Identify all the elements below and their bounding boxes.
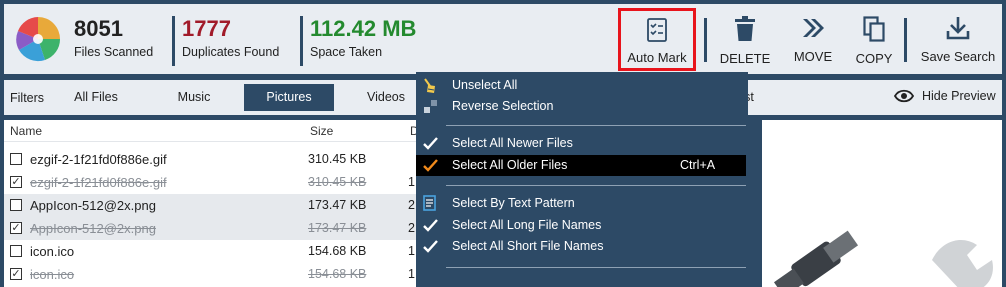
delete-label: DELETE [719,51,771,66]
row-checkbox[interactable] [10,199,22,211]
file-date: 1 [408,175,415,189]
row-checkbox[interactable] [10,153,22,165]
duplicates-label: Duplicates Found [182,45,280,59]
tab-videos[interactable]: Videos [356,84,416,111]
move-button[interactable]: MOVE [782,4,844,74]
older-files-label: Select All Older Files [452,158,568,172]
auto-mark-menu: Unselect All Reverse Selection Select Al… [416,72,748,287]
table-row[interactable]: icon.ico 154.68 KB 1 [4,240,416,263]
space-taken-value: 112.42 MB [310,16,417,41]
copy-button[interactable]: COPY [846,4,902,74]
save-search-label: Save Search [920,49,996,64]
reverse-icon [424,100,437,113]
file-size: 310.45 KB [308,152,367,166]
menu-item-text-pattern[interactable]: Select By Text Pattern [416,193,748,214]
table-row[interactable]: ✓ icon.ico 154.68 KB 1 [4,263,416,286]
file-name: AppIcon-512@2x.png [30,221,156,236]
menu-separator [446,267,746,268]
row-checkbox[interactable]: ✓ [10,176,22,188]
long-names-label: Select All Long File Names [452,218,602,232]
file-size: 310.45 KB [308,175,367,189]
reverse-selection-label: Reverse Selection [452,99,554,113]
filters-label: Filters [10,91,45,105]
space-taken-stat: 112.42 MB Space Taken [300,16,416,66]
auto-mark-label: Auto Mark [627,50,687,65]
file-size: 173.47 KB [308,221,367,235]
eye-icon [894,89,914,103]
row-checkbox[interactable]: ✓ [10,222,22,234]
tab-music[interactable]: Music [164,84,224,111]
table-row[interactable]: ezgif-2-1f21fd0f886e.gif 310.45 KB [4,148,416,171]
preview-image [773,230,993,287]
copy-label: COPY [855,51,893,66]
unselect-all-label: Unselect All [452,78,518,92]
check-icon [423,159,438,172]
menu-item-unselect-all[interactable]: Unselect All [416,75,748,96]
broom-icon [424,78,435,93]
download-icon [946,17,970,40]
pie-logo-icon [16,17,61,62]
save-search-button[interactable]: Save Search [914,4,1002,74]
delete-button[interactable]: DELETE [714,4,776,74]
toolbar-divider [704,18,707,62]
tab-all-files[interactable]: All Files [66,84,126,111]
file-name: ezgif-2-1f21fd0f886e.gif [30,152,167,167]
auto-mark-button[interactable]: Auto Mark [618,8,696,71]
menu-separator [446,185,746,186]
hide-preview-label: Hide Preview [922,89,996,103]
tab-pictures[interactable]: Pictures [244,84,334,111]
check-icon [423,219,438,232]
check-icon [423,240,438,253]
column-size[interactable]: Size [310,124,333,138]
copy-icon [863,16,885,42]
space-taken-label: Space Taken [310,45,383,59]
file-list: Name Size D ezgif-2-1f21fd0f886e.gif 310.… [4,120,416,287]
table-row[interactable]: ✓ ezgif-2-1f21fd0f886e.gif 310.45 KB 1 [4,171,416,194]
files-scanned-stat: 8051 Files Scanned [70,16,153,66]
table-row[interactable]: AppIcon-512@2x.png 173.47 KB 2 [4,194,416,217]
short-names-label: Select All Short File Names [452,239,604,253]
menu-separator [446,125,746,126]
hide-preview-button[interactable]: Hide Preview [894,89,996,103]
file-size: 154.68 KB [308,244,367,258]
checklist-icon [647,18,667,42]
file-size: 173.47 KB [308,198,367,212]
menu-item-reverse-selection[interactable]: Reverse Selection [416,96,748,117]
menu-item-newer-files[interactable]: Select All Newer Files [416,133,748,154]
duplicates-count: 1777 [182,16,231,41]
newer-files-label: Select All Newer Files [452,136,573,150]
check-icon [423,137,438,150]
column-name[interactable]: Name [10,124,42,138]
move-label: MOVE [793,49,833,64]
toolbar-divider [904,18,907,62]
older-files-shortcut: Ctrl+A [680,158,716,172]
double-chevron-icon [803,19,824,37]
header: 8051 Files Scanned 1777 Duplicates Found… [4,4,1002,74]
duplicates-stat: 1777 Duplicates Found [172,16,279,66]
file-name: icon.ico [30,267,75,282]
menu-item-older-files[interactable]: Select All Older Files Ctrl+A [416,155,746,176]
files-scanned-count: 8051 [74,16,123,41]
file-date: 1 [408,244,415,258]
trash-icon [735,16,755,41]
menu-item-short-names[interactable]: Select All Short File Names [416,236,748,257]
file-name: ezgif-2-1f21fd0f886e.gif [30,175,167,190]
file-name: icon.ico [30,244,75,259]
preview-pane [762,120,1002,287]
file-date: 1 [408,267,415,281]
row-checkbox[interactable] [10,245,22,257]
text-pattern-label: Select By Text Pattern [452,196,575,210]
text-pattern-icon [423,195,436,211]
menu-item-long-names[interactable]: Select All Long File Names [416,215,748,236]
column-header: Name Size D [4,120,416,142]
files-scanned-label: Files Scanned [74,45,154,59]
file-date: 2 [408,198,415,212]
row-checkbox[interactable]: ✓ [10,268,22,280]
file-name: AppIcon-512@2x.png [30,198,156,213]
table-row[interactable]: ✓ AppIcon-512@2x.png 173.47 KB 2 [4,217,416,240]
file-date: 2 [408,221,415,235]
file-size: 154.68 KB [308,267,367,281]
